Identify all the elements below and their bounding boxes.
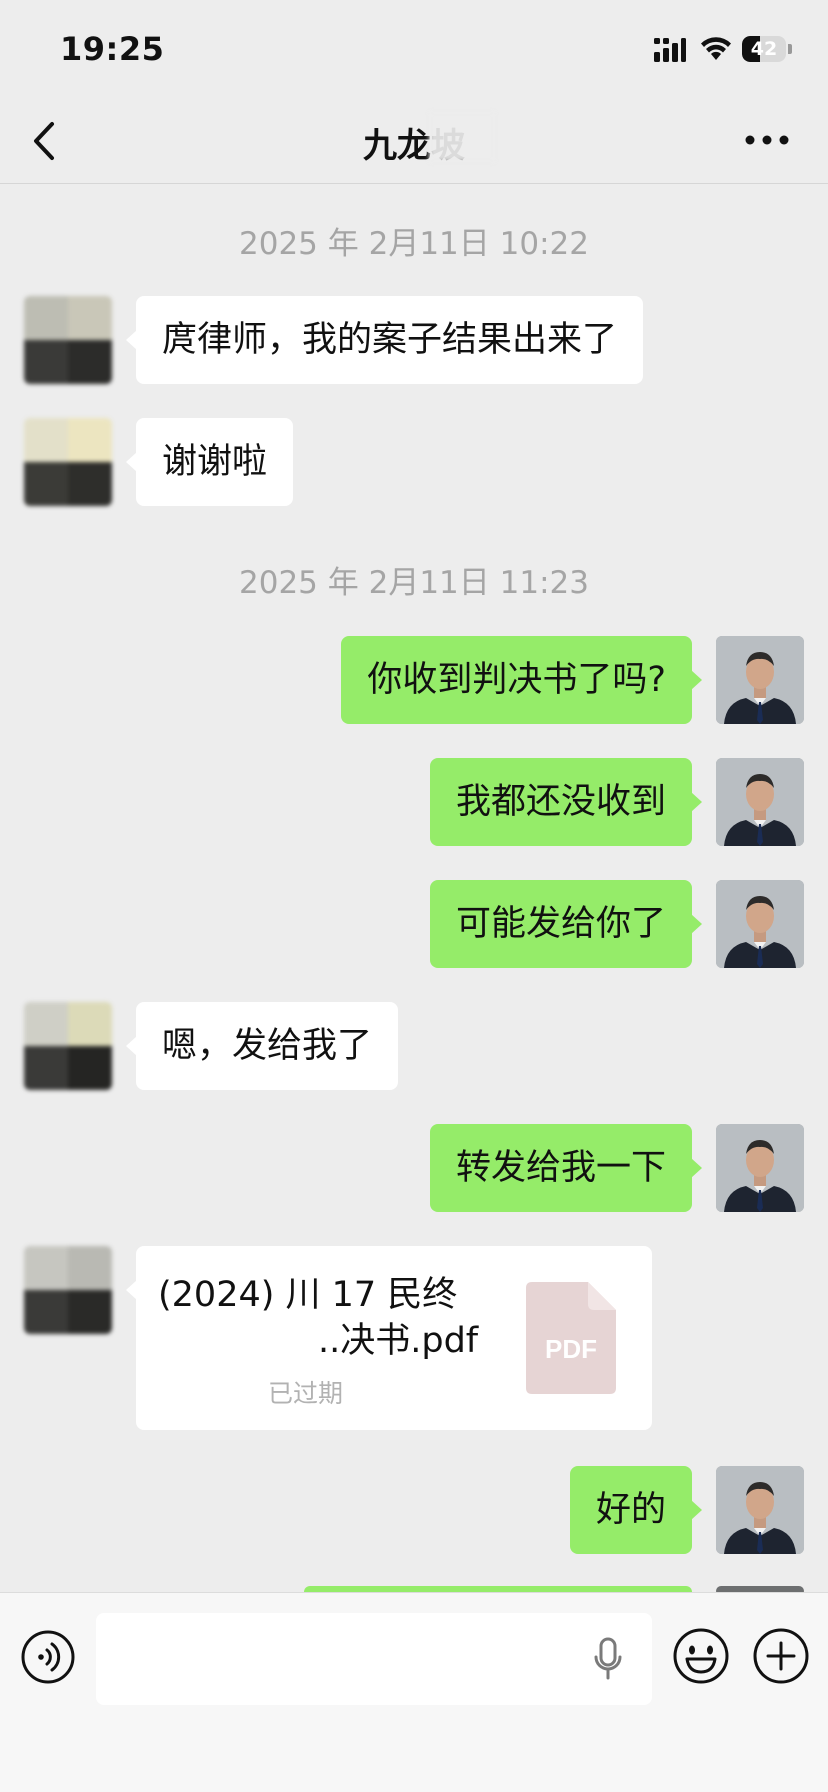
message-bubble-outgoing[interactable]: 好的 [569, 1466, 703, 1554]
input-bar [0, 1592, 828, 1792]
microphone-icon[interactable] [594, 1637, 622, 1681]
chat-screen: 19:25 42 九龙坡 2025 年 2月11日 10:22 庹律师，我的案子… [0, 0, 828, 1792]
message-bubble-outgoing[interactable]: 我都还没收到 [429, 758, 703, 846]
message-bubble-incoming[interactable]: 谢谢啦 [125, 418, 294, 506]
my-avatar[interactable] [716, 1466, 804, 1554]
battery-level: 42 [742, 36, 786, 62]
contact-avatar[interactable] [24, 1246, 112, 1334]
battery-indicator: 42 [742, 36, 792, 62]
pdf-icon: PDF [526, 1282, 616, 1394]
contact-avatar[interactable] [24, 296, 112, 384]
chat-title: 九龙坡 [0, 112, 828, 167]
voice-icon[interactable] [20, 1629, 76, 1685]
file-message-card[interactable]: (2024) 川 17 民终 ..决书.pdf 已过期 PDF [126, 1246, 652, 1430]
plus-icon[interactable] [752, 1627, 810, 1685]
emoji-icon[interactable] [672, 1627, 730, 1685]
status-time: 19:25 [60, 30, 165, 68]
signal-icon [654, 38, 686, 62]
message-bubble-outgoing[interactable]: 可能发给你了 [429, 880, 703, 968]
message-bubble-incoming[interactable]: 嗯，发给我了 [125, 1002, 399, 1090]
message-timestamp: 2025 年 2月11日 11:23 [239, 565, 589, 601]
status-bar: 19:25 42 [0, 0, 828, 100]
my-avatar[interactable] [716, 1124, 804, 1212]
nav-bar: 九龙坡 [0, 100, 828, 184]
my-avatar[interactable] [716, 880, 804, 968]
contact-avatar[interactable] [24, 1002, 112, 1090]
message-bubble-outgoing[interactable]: 你收到判决书了吗? [341, 636, 702, 724]
my-avatar[interactable] [716, 758, 804, 846]
svg-text:PDF: PDF [545, 1334, 597, 1364]
contact-avatar[interactable] [24, 418, 112, 506]
my-avatar[interactable] [716, 636, 804, 724]
wifi-icon [701, 37, 731, 60]
message-bubble-incoming[interactable]: 庹律师，我的案子结果出来了 [125, 296, 644, 384]
more-icon[interactable] [744, 130, 790, 150]
message-timestamp: 2025 年 2月11日 10:22 [239, 226, 589, 262]
message-input[interactable] [96, 1613, 652, 1705]
message-bubble-outgoing[interactable]: 转发给我一下 [429, 1124, 703, 1212]
